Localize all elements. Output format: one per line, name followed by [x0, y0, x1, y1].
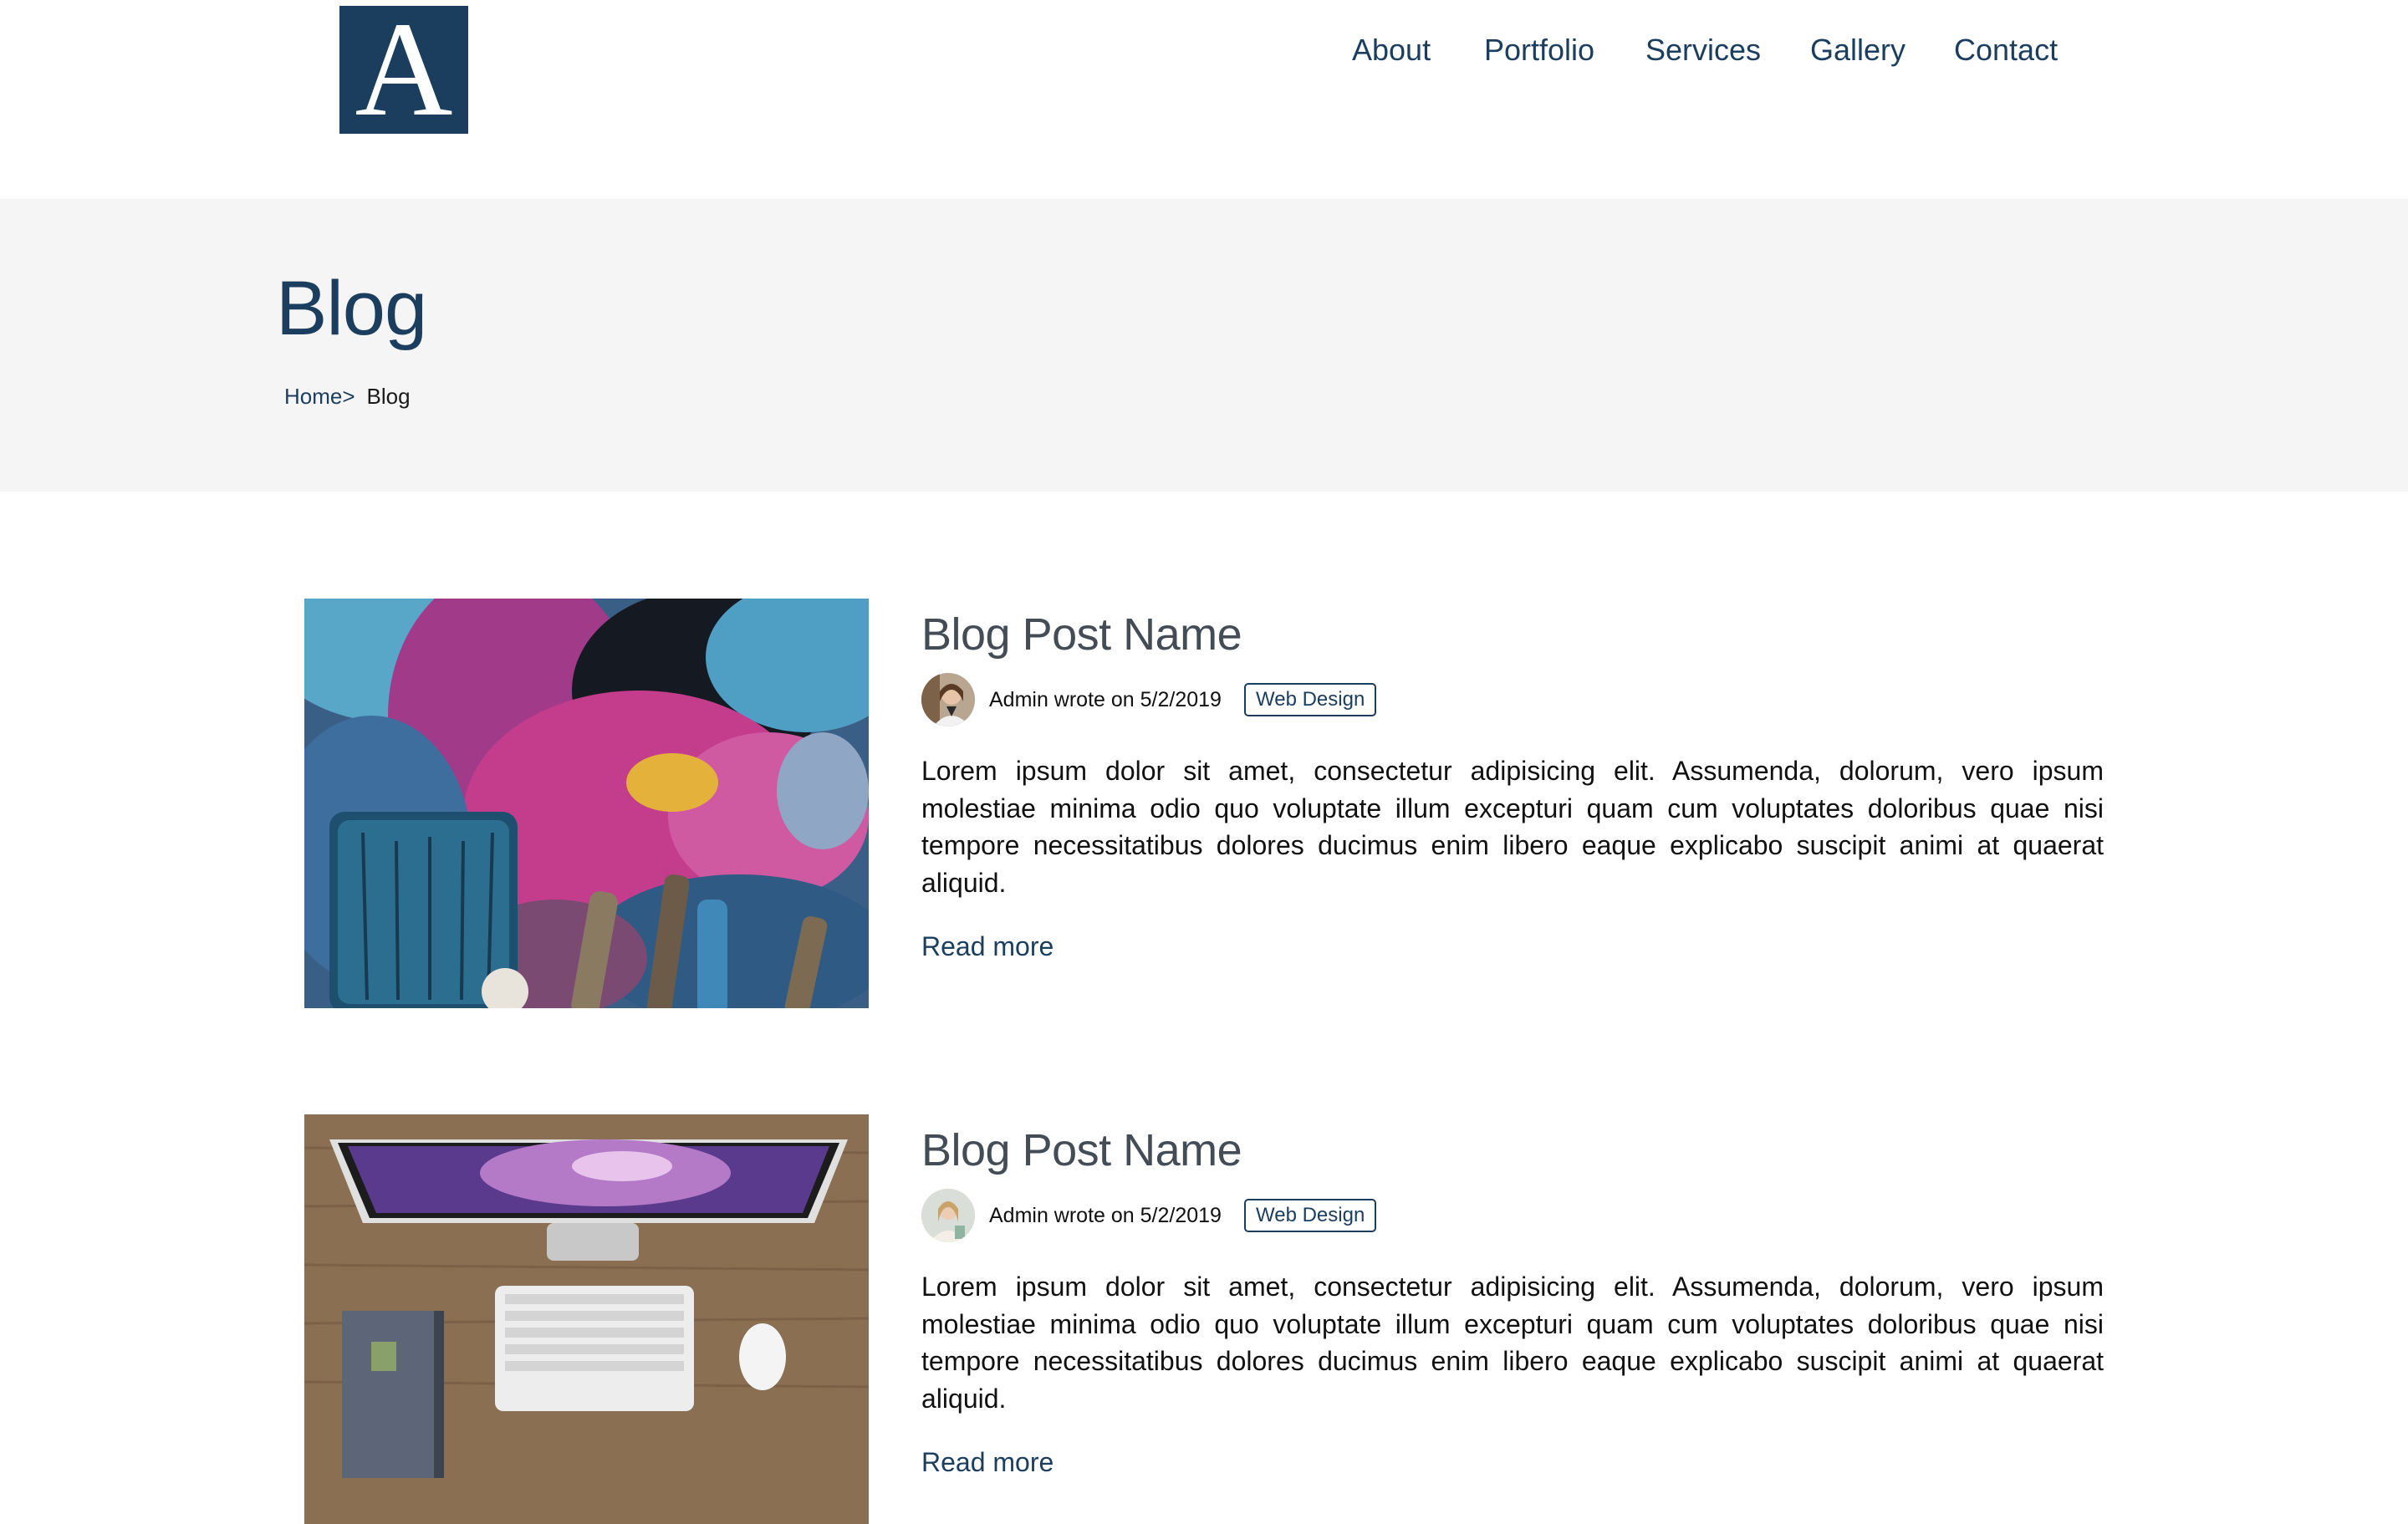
page-banner: Blog Home> Blog [0, 199, 2408, 492]
post-meta: Admin wrote on 5/2/2019 Web Design [921, 673, 2104, 726]
author-avatar [921, 1189, 975, 1242]
post-excerpt: Lorem ipsum dolor sit amet, consectetur … [921, 756, 2104, 898]
post-image-desk-computer[interactable] [304, 1114, 869, 1524]
post-title[interactable]: Blog Post Name [921, 605, 1242, 664]
main-nav: About Portfolio Services Gallery Contact [0, 28, 2408, 72]
breadcrumb-home-link[interactable]: Home [284, 384, 342, 409]
breadcrumb-current: Blog [366, 384, 411, 409]
page-title: Blog [276, 266, 427, 351]
nav-item-about[interactable]: About [1352, 28, 1431, 72]
post-excerpt: Lorem ipsum dolor sit amet, consectetur … [921, 1272, 2104, 1414]
nav-item-gallery[interactable]: Gallery [1810, 28, 1905, 72]
post-meta: Admin wrote on 5/2/2019 Web Design [921, 1189, 2104, 1242]
nav-item-portfolio[interactable]: Portfolio [1484, 28, 1594, 72]
site-header: A About Portfolio Services Gallery Conta… [0, 0, 2408, 199]
post-tag-badge[interactable]: Web Design [1244, 683, 1377, 716]
read-more-link[interactable]: Read more [921, 928, 1054, 965]
nav-item-contact[interactable]: Contact [1954, 28, 2058, 72]
breadcrumb-separator: > [342, 384, 355, 409]
nav-item-services[interactable]: Services [1645, 28, 1761, 72]
post-title[interactable]: Blog Post Name [921, 1121, 1242, 1180]
post-tag-badge[interactable]: Web Design [1244, 1199, 1377, 1232]
breadcrumb: Home> Blog [284, 380, 411, 413]
author-avatar [921, 673, 975, 726]
post-author-date: Admin wrote on 5/2/2019 [989, 688, 1222, 711]
post-author-date: Admin wrote on 5/2/2019 [989, 1204, 1222, 1227]
post-image-paint-palette[interactable] [304, 599, 869, 1008]
read-more-link[interactable]: Read more [921, 1444, 1054, 1481]
